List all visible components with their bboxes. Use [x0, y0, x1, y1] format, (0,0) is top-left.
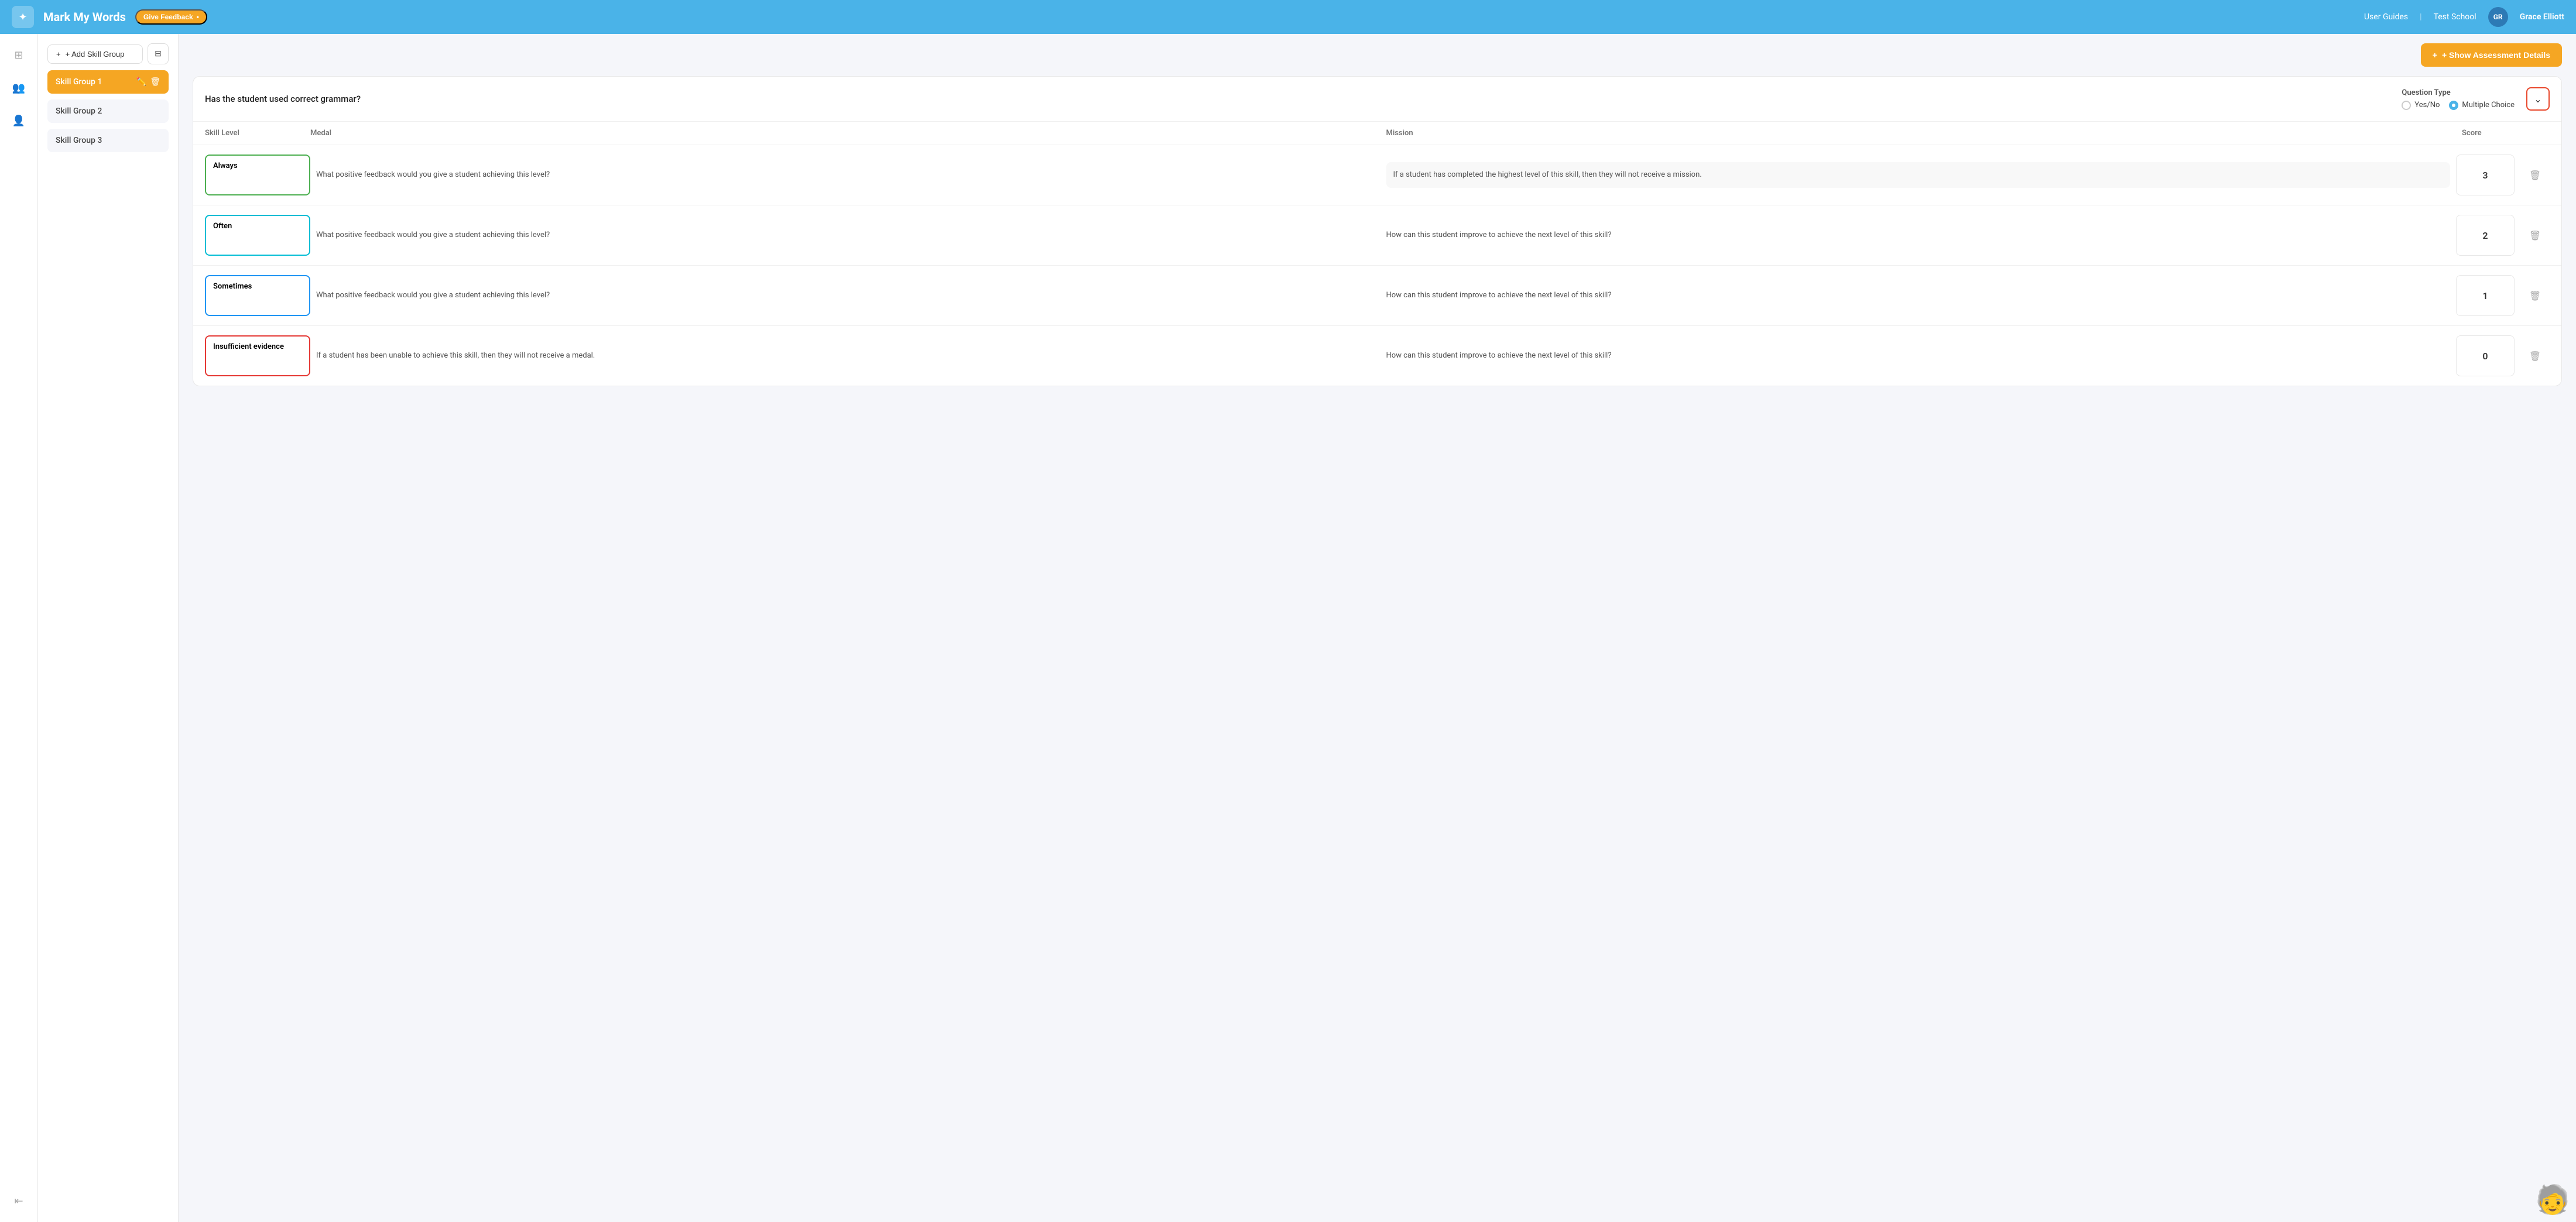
mission-always[interactable]: If a student has completed the highest l…	[1386, 162, 2451, 188]
score-sometimes[interactable]: 1	[2456, 275, 2515, 316]
mission-insufficient[interactable]: How can this student improve to achieve …	[1386, 350, 2451, 362]
app-title: Mark My Words	[43, 10, 126, 24]
app-layout: ⊞ 👥 👤 ⇤ + + Add Skill Group ⊟ Skill Grou…	[0, 0, 2576, 1222]
skill-level-often[interactable]: Often	[205, 215, 310, 256]
score-often[interactable]: 2	[2456, 215, 2515, 256]
add-skill-group-label: + Add Skill Group	[66, 50, 125, 59]
question-text: Has the student used correct grammar?	[205, 94, 2390, 104]
edit-icon[interactable]: ✏️	[136, 77, 146, 87]
skill-level-always[interactable]: Always	[205, 155, 310, 195]
logo-icon: ✦	[12, 6, 34, 28]
skill-level-always-label: Always	[213, 162, 238, 170]
logout-icon[interactable]: ⇤	[7, 1189, 30, 1213]
header-nav: User Guides | Test School GR Grace Ellio…	[2364, 7, 2564, 27]
question-card: Has the student used correct grammar? Qu…	[193, 76, 2562, 386]
feedback-dot: •	[197, 13, 199, 21]
table-row: Always What positive feedback would you …	[193, 145, 2561, 205]
add-icon: +	[56, 50, 61, 59]
user-guides-link[interactable]: User Guides	[2364, 12, 2408, 22]
skill-level-insufficient[interactable]: Insufficient evidence	[205, 335, 310, 376]
user-icon[interactable]: 👤	[7, 109, 30, 132]
table-header: Skill Level Medal Mission Score	[193, 122, 2561, 145]
skill-level-often-label: Often	[213, 222, 232, 231]
chevron-down-icon: ⌄	[2534, 94, 2541, 105]
delete-row-sometimes[interactable]: 🗑	[2520, 290, 2550, 301]
col-header-medal: Medal	[310, 129, 1386, 138]
mission-sometimes[interactable]: How can this student improve to achieve …	[1386, 290, 2451, 301]
delete-icon[interactable]: 🗑	[150, 77, 160, 87]
col-header-mission: Mission	[1386, 129, 2462, 138]
app-header: ✦ Mark My Words Give Feedback • User Gui…	[0, 0, 2576, 34]
show-assessment-button[interactable]: + + Show Assessment Details	[2421, 43, 2562, 67]
skill-group-2-label: Skill Group 2	[56, 107, 102, 116]
table-row: Often What positive feedback would you g…	[193, 205, 2561, 266]
multiple-choice-radio[interactable]	[2449, 101, 2458, 110]
skill-group-1-actions: ✏️ 🗑	[136, 77, 160, 87]
skill-level-insufficient-label: Insufficient evidence	[213, 342, 284, 351]
col-header-actions	[2520, 129, 2550, 138]
question-type-section: Question Type Yes/No Multiple Choice	[2402, 88, 2515, 110]
skill-level-sometimes[interactable]: Sometimes	[205, 275, 310, 316]
delete-row-insufficient[interactable]: 🗑	[2520, 351, 2550, 362]
table-row: Insufficient evidence If a student has b…	[193, 326, 2561, 386]
main-top-bar: + + Show Assessment Details	[193, 43, 2562, 67]
delete-row-often[interactable]: 🗑	[2520, 230, 2550, 241]
feedback-button[interactable]: Give Feedback •	[135, 9, 207, 25]
collapse-button[interactable]: ⌄	[2526, 87, 2550, 111]
yes-no-option[interactable]: Yes/No	[2402, 101, 2440, 110]
user-name: Grace Elliott	[2520, 12, 2564, 22]
medal-often[interactable]: What positive feedback would you give a …	[316, 229, 1381, 241]
score-always[interactable]: 3	[2456, 155, 2515, 195]
col-header-score: Score	[2462, 129, 2520, 138]
skill-table: Skill Level Medal Mission Score Always W…	[193, 122, 2561, 386]
question-header: Has the student used correct grammar? Qu…	[193, 77, 2561, 122]
people-icon[interactable]: 👥	[7, 76, 30, 99]
multiple-choice-option[interactable]: Multiple Choice	[2449, 101, 2515, 110]
table-row: Sometimes What positive feedback would y…	[193, 266, 2561, 326]
main-content: + + Show Assessment Details Has the stud…	[179, 34, 2576, 1222]
skill-group-1-label: Skill Group 1	[56, 77, 102, 87]
score-insufficient[interactable]: 0	[2456, 335, 2515, 376]
multiple-choice-label: Multiple Choice	[2462, 101, 2515, 109]
home-icon[interactable]: ⊞	[7, 43, 30, 67]
question-type-radio-group: Yes/No Multiple Choice	[2402, 101, 2515, 110]
skill-level-sometimes-label: Sometimes	[213, 282, 252, 291]
sidebar-item-skill-group-3[interactable]: Skill Group 3	[47, 129, 169, 152]
skill-group-3-label: Skill Group 3	[56, 136, 102, 145]
sidebar-header: + + Add Skill Group ⊟	[47, 43, 169, 64]
yes-no-radio[interactable]	[2402, 101, 2411, 110]
show-assessment-plus-icon: +	[2433, 50, 2437, 60]
medal-always[interactable]: What positive feedback would you give a …	[316, 169, 1381, 181]
question-type-label: Question Type	[2402, 88, 2515, 97]
add-skill-group-button[interactable]: + + Add Skill Group	[47, 44, 143, 64]
feedback-label: Give Feedback	[143, 13, 193, 21]
icon-bar: ⊞ 👥 👤 ⇤	[0, 34, 38, 1222]
avatar[interactable]: GR	[2488, 7, 2508, 27]
sidebar-item-skill-group-2[interactable]: Skill Group 2	[47, 99, 169, 123]
col-header-skill-level: Skill Level	[205, 129, 310, 138]
medal-sometimes[interactable]: What positive feedback would you give a …	[316, 290, 1381, 301]
sidebar: + + Add Skill Group ⊟ Skill Group 1 ✏️ 🗑…	[38, 34, 179, 1222]
delete-row-always[interactable]: 🗑	[2520, 170, 2550, 181]
show-assessment-label: + Show Assessment Details	[2442, 50, 2550, 60]
school-name: Test School	[2434, 12, 2476, 22]
header-divider: |	[2420, 12, 2421, 22]
sidebar-item-skill-group-1[interactable]: Skill Group 1 ✏️ 🗑	[47, 70, 169, 94]
medal-insufficient[interactable]: If a student has been unable to achieve …	[316, 350, 1381, 362]
mission-often[interactable]: How can this student improve to achieve …	[1386, 229, 2451, 241]
yes-no-label: Yes/No	[2414, 101, 2440, 109]
sidebar-layout-icon[interactable]: ⊟	[148, 43, 169, 64]
